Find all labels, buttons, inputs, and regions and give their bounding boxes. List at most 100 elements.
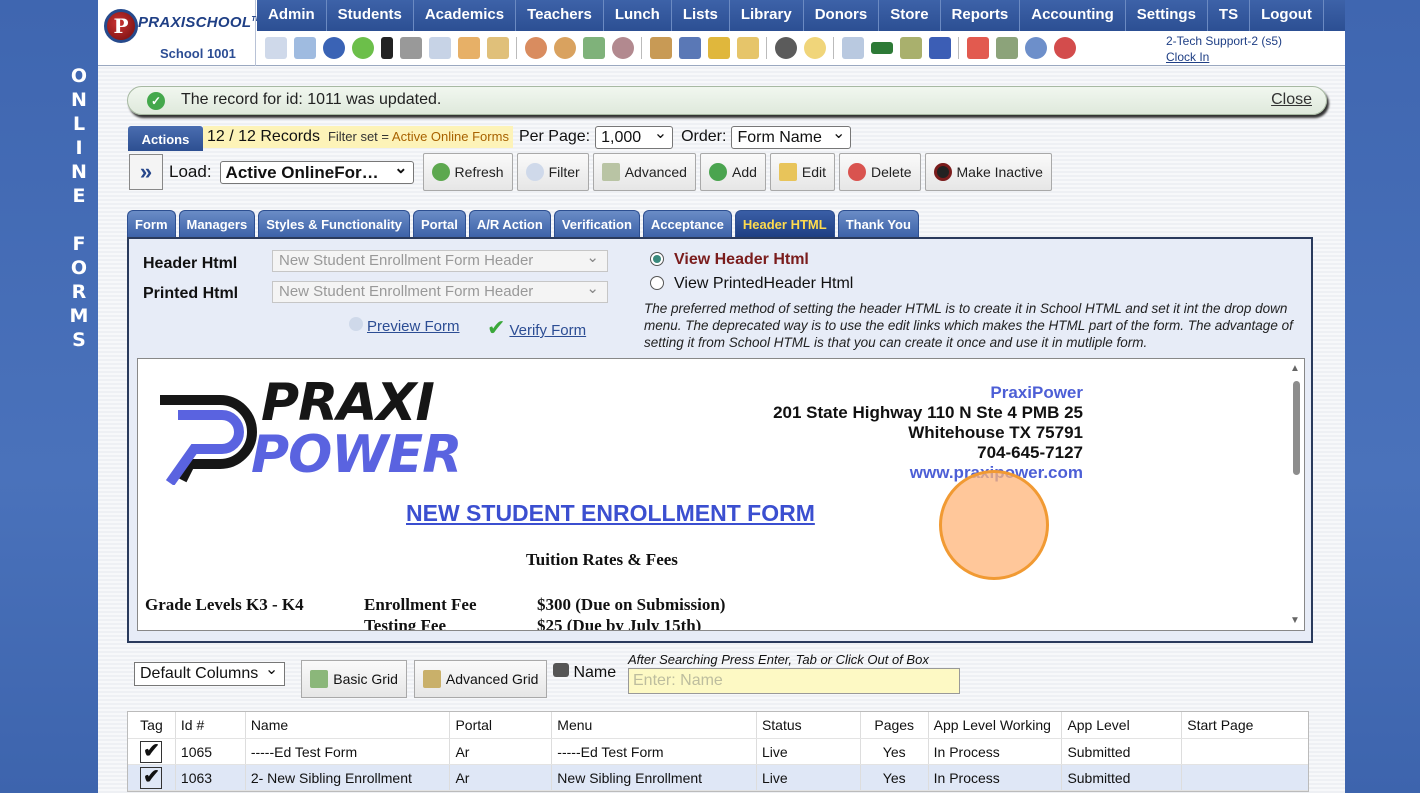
preview-scrollbar[interactable]: ▲ ▼ bbox=[1288, 359, 1304, 630]
tab-ar-action[interactable]: A/R Action bbox=[468, 210, 551, 237]
card-icon[interactable] bbox=[870, 42, 893, 54]
alert-close-link[interactable]: Close bbox=[1271, 91, 1312, 109]
basic-grid-button[interactable]: Basic Grid bbox=[301, 660, 407, 698]
menu-settings[interactable]: Settings bbox=[1126, 0, 1208, 31]
clock-icon[interactable] bbox=[803, 37, 826, 59]
col-app-level-working[interactable]: App Level Working bbox=[929, 712, 1063, 738]
menu-ts[interactable]: TS bbox=[1208, 0, 1251, 31]
name-search-input[interactable]: Enter: Name bbox=[628, 668, 960, 694]
menu-reports[interactable]: Reports bbox=[941, 0, 1021, 31]
col-tag[interactable]: Tag bbox=[128, 712, 176, 738]
expand-chevrons-button[interactable]: » bbox=[129, 154, 163, 190]
tab-form[interactable]: Form bbox=[127, 210, 176, 237]
actions-tab[interactable]: Actions bbox=[128, 126, 203, 151]
col-menu[interactable]: Menu bbox=[552, 712, 757, 738]
col-portal[interactable]: Portal bbox=[450, 712, 553, 738]
menu-store[interactable]: Store bbox=[879, 0, 941, 31]
filter-button[interactable]: Filter bbox=[516, 153, 589, 191]
table-row[interactable]: ✔ 1063 2- New Sibling Enrollment Ar New … bbox=[128, 765, 1308, 791]
col-id[interactable]: Id # bbox=[176, 712, 246, 738]
view-header-radio[interactable] bbox=[650, 252, 664, 266]
chat-icon[interactable] bbox=[351, 37, 374, 59]
calculator-icon[interactable] bbox=[428, 37, 451, 59]
tag-checkbox[interactable]: ✔ bbox=[140, 741, 163, 763]
scroll-up-icon[interactable]: ▲ bbox=[1290, 363, 1300, 374]
table-row[interactable]: ✔ 1065 -----Ed Test Form Ar -----Ed Test… bbox=[128, 739, 1308, 765]
clock-in-link[interactable]: Clock In bbox=[1166, 50, 1209, 64]
praxischool-logo[interactable]: P PRAXISCHOOLTM School 1001 bbox=[98, 0, 262, 66]
at-icon[interactable] bbox=[322, 37, 345, 59]
tag-checkbox[interactable]: ✔ bbox=[140, 767, 163, 789]
tab-header-html[interactable]: Header HTML bbox=[734, 210, 835, 237]
status-cell: Live bbox=[757, 739, 861, 764]
order-select[interactable]: Form Name bbox=[731, 123, 852, 149]
tab-thank-you[interactable]: Thank You bbox=[837, 210, 919, 237]
col-pages[interactable]: Pages bbox=[861, 712, 929, 738]
person-add-icon[interactable] bbox=[524, 37, 547, 59]
menu-library[interactable]: Library bbox=[730, 0, 804, 31]
phone-icon[interactable] bbox=[380, 37, 393, 59]
make-inactive-button[interactable]: Make Inactive bbox=[924, 153, 1052, 191]
speaker-icon[interactable] bbox=[399, 37, 422, 59]
col-app-level[interactable]: App Level bbox=[1062, 712, 1183, 738]
columns-select[interactable]: Default Columns bbox=[134, 659, 286, 686]
teacher-icon[interactable] bbox=[774, 37, 797, 59]
money-icon[interactable] bbox=[582, 37, 605, 59]
delete-button[interactable]: Delete bbox=[839, 153, 921, 191]
tab-portal[interactable]: Portal bbox=[413, 210, 466, 237]
edit-button[interactable]: Edit bbox=[769, 153, 836, 191]
refresh-button[interactable]: Refresh bbox=[422, 153, 513, 191]
printed-html-select[interactable]: New Student Enrollment Form Header bbox=[272, 279, 608, 303]
menu-admin[interactable]: Admin bbox=[257, 0, 327, 31]
transfer-icon[interactable] bbox=[736, 37, 759, 59]
advanced-button[interactable]: Advanced bbox=[592, 153, 696, 191]
menu-lunch[interactable]: Lunch bbox=[604, 0, 672, 31]
printer-icon[interactable] bbox=[899, 37, 922, 59]
bell-icon[interactable] bbox=[707, 37, 730, 59]
advanced-grid-button[interactable]: Advanced Grid bbox=[413, 660, 548, 698]
tab-managers[interactable]: Managers bbox=[178, 210, 256, 237]
preview-form-link[interactable]: Preview Form bbox=[349, 317, 460, 335]
pdf-icon[interactable] bbox=[966, 37, 989, 59]
enrollment-form-title[interactable]: NEW STUDENT ENROLLMENT FORM bbox=[406, 500, 815, 527]
help-icon[interactable] bbox=[1024, 37, 1047, 59]
header-html-select[interactable]: New Student Enrollment Form Header bbox=[272, 248, 608, 272]
person-icon[interactable] bbox=[553, 37, 576, 59]
ap-icon[interactable] bbox=[928, 37, 951, 59]
add-button[interactable]: Add bbox=[699, 153, 766, 191]
list-icon[interactable] bbox=[841, 37, 864, 59]
menu-students[interactable]: Students bbox=[327, 0, 414, 31]
search-icon[interactable] bbox=[264, 37, 287, 59]
scroll-thumb[interactable] bbox=[1293, 381, 1300, 475]
grid-icon[interactable] bbox=[293, 37, 316, 59]
per-page-select[interactable]: 1,000 bbox=[595, 123, 674, 149]
view-printed-header-radio[interactable] bbox=[650, 276, 664, 290]
col-name[interactable]: Name bbox=[246, 712, 451, 738]
view-printed-header-label[interactable]: View PrintedHeader Html bbox=[674, 275, 853, 293]
view-header-label[interactable]: View Header Html bbox=[674, 251, 809, 269]
menu-accounting[interactable]: Accounting bbox=[1020, 0, 1126, 31]
calendar-icon[interactable] bbox=[457, 37, 480, 59]
users-icon[interactable] bbox=[611, 37, 634, 59]
menu-teachers[interactable]: Teachers bbox=[516, 0, 604, 31]
address-website[interactable]: www.praxipower.com bbox=[773, 463, 1083, 483]
scroll-down-icon[interactable]: ▼ bbox=[1290, 615, 1300, 626]
menu-logout[interactable]: Logout bbox=[1250, 0, 1324, 31]
col-status[interactable]: Status bbox=[757, 712, 861, 738]
load-select[interactable]: Active OnlineFor… bbox=[219, 158, 414, 184]
lunch-icon[interactable] bbox=[649, 37, 672, 59]
col-start-page[interactable]: Start Page bbox=[1182, 712, 1308, 738]
tab-acceptance[interactable]: Acceptance bbox=[642, 210, 732, 237]
menu-donors[interactable]: Donors bbox=[804, 0, 880, 31]
logo-text: PRAXISCHOOLTM bbox=[138, 14, 262, 31]
menu-academics[interactable]: Academics bbox=[414, 0, 517, 31]
book-icon[interactable] bbox=[678, 37, 701, 59]
cash-icon[interactable] bbox=[995, 37, 1018, 59]
menu-lists[interactable]: Lists bbox=[672, 0, 730, 31]
verify-form-link[interactable]: ✔ Verify Form bbox=[487, 315, 586, 341]
add-label: Add bbox=[731, 164, 757, 180]
megaphone-icon[interactable] bbox=[486, 37, 509, 59]
tab-verification[interactable]: Verification bbox=[553, 210, 640, 237]
tab-styles-functionality[interactable]: Styles & Functionality bbox=[258, 210, 411, 237]
power-icon[interactable] bbox=[1053, 37, 1076, 59]
